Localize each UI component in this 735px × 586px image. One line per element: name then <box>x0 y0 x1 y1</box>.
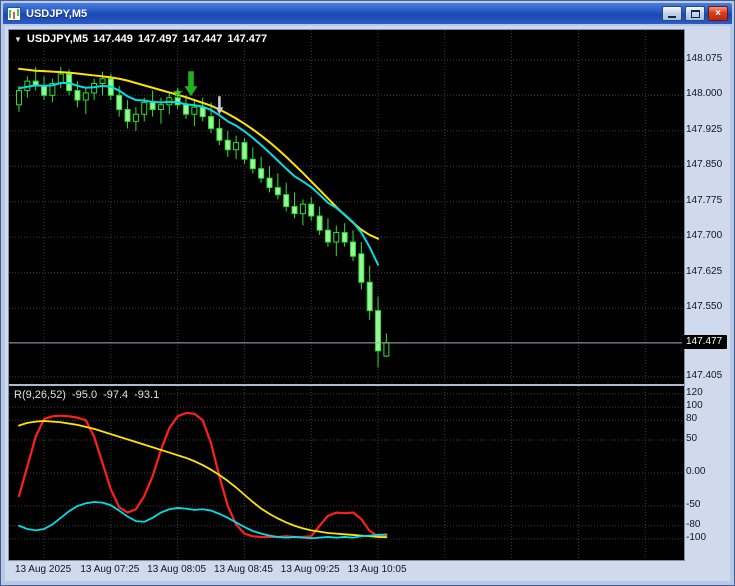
time-axis-label: 13 Aug 2025 <box>15 564 71 575</box>
price-axis-label: 147.850 <box>686 159 722 170</box>
indicator-axis-label: 50 <box>686 433 697 444</box>
candle <box>184 95 189 119</box>
candle <box>284 183 289 211</box>
time-axis-label: 13 Aug 08:45 <box>214 564 273 575</box>
price-axis-label: 147.775 <box>686 195 722 206</box>
close-icon: × <box>715 9 721 19</box>
candle <box>225 131 230 157</box>
star-signal-icon: ★ <box>172 86 184 101</box>
r-line-yellow <box>19 421 386 537</box>
candle <box>300 199 305 225</box>
indicator-axis-label: 80 <box>686 413 697 424</box>
maximize-icon <box>691 10 700 18</box>
candle <box>133 107 138 131</box>
candle <box>234 136 239 160</box>
candle <box>92 79 97 100</box>
minimize-button[interactable] <box>662 6 682 21</box>
candle <box>17 86 22 112</box>
price-axis-label: 147.925 <box>686 124 722 135</box>
candle <box>42 76 47 100</box>
candle <box>217 119 222 145</box>
indicator-axis-label: -80 <box>686 519 700 530</box>
minimize-icon <box>668 16 676 18</box>
candle <box>359 242 364 289</box>
indicator-axis-label: 100 <box>686 400 703 411</box>
candle <box>259 157 264 183</box>
candle <box>150 91 155 117</box>
r-line-red <box>19 413 386 537</box>
price-axis-label: 148.075 <box>686 53 722 64</box>
candle <box>351 230 356 261</box>
candle <box>275 173 280 199</box>
candle <box>317 207 322 235</box>
chart-window: USDJPY,M5 × ★ ▼ USDJPY,M5 147.449 147.49… <box>0 0 735 586</box>
price-axis-label: 147.625 <box>686 266 722 277</box>
candle <box>292 192 297 218</box>
indicator-panel: R(9,26,52) -95.0 -97.4 -93.1 <box>9 386 684 560</box>
indicator-axis-label: -50 <box>686 499 700 510</box>
candle <box>83 88 88 114</box>
price-axis-label: 147.700 <box>686 230 722 241</box>
candle <box>384 333 389 357</box>
indicator-axis-label: 120 <box>686 387 703 398</box>
candle <box>192 100 197 126</box>
candle <box>309 197 314 221</box>
candle <box>242 138 247 164</box>
titlebar[interactable]: USDJPY,M5 × <box>3 3 732 24</box>
window-controls: × <box>659 6 728 21</box>
indicator-canvas[interactable] <box>9 386 684 560</box>
candle <box>250 147 255 173</box>
symbol-dropdown-icon[interactable]: ▼ <box>14 35 22 44</box>
candle <box>267 166 272 192</box>
sell-arrow-down-icon <box>185 71 198 96</box>
price-axis-label: 147.405 <box>686 370 722 381</box>
candle <box>58 67 63 88</box>
chart-client-area: ★ ▼ USDJPY,M5 147.449 147.497 147.447 14… <box>5 26 730 581</box>
main-chart-panel: ★ ▼ USDJPY,M5 147.449 147.497 147.447 14… <box>9 30 684 384</box>
candles-series <box>17 67 389 368</box>
indicator-axis-label: -100 <box>686 532 706 543</box>
candle <box>367 266 372 320</box>
time-axis-label: 13 Aug 10:05 <box>348 564 407 575</box>
candle <box>125 100 130 128</box>
candle <box>50 79 55 103</box>
time-axis[interactable]: 13 Aug 2025 13 Aug 07:25 13 Aug 08:05 13 Au… <box>8 559 685 581</box>
time-axis-label: 13 Aug 07:25 <box>80 564 139 575</box>
candle <box>376 296 381 367</box>
close-button[interactable]: × <box>708 6 728 21</box>
plot-area: ★ ▼ USDJPY,M5 147.449 147.497 147.447 14… <box>8 29 685 561</box>
main-chart-canvas[interactable]: ★ <box>9 30 684 384</box>
time-axis-label: 13 Aug 08:05 <box>147 564 206 575</box>
candle <box>342 223 347 247</box>
maximize-button[interactable] <box>685 6 705 21</box>
indicator-axis-label: 0.00 <box>686 466 705 477</box>
candle <box>334 225 339 256</box>
price-axis-label: 147.550 <box>686 301 722 312</box>
candle <box>200 98 205 122</box>
price-axis-label: 148.000 <box>686 88 722 99</box>
window-title: USDJPY,M5 <box>26 8 659 20</box>
candle <box>325 218 330 246</box>
ma-slow-yellow <box>19 69 378 239</box>
price-axis[interactable]: 147.477 148.075 148.000 147.925 147.850 147.… <box>681 29 730 561</box>
app-chart-icon <box>7 7 21 21</box>
time-axis-label: 13 Aug 09:25 <box>281 564 340 575</box>
current-price-badge: 147.477 <box>682 335 727 349</box>
